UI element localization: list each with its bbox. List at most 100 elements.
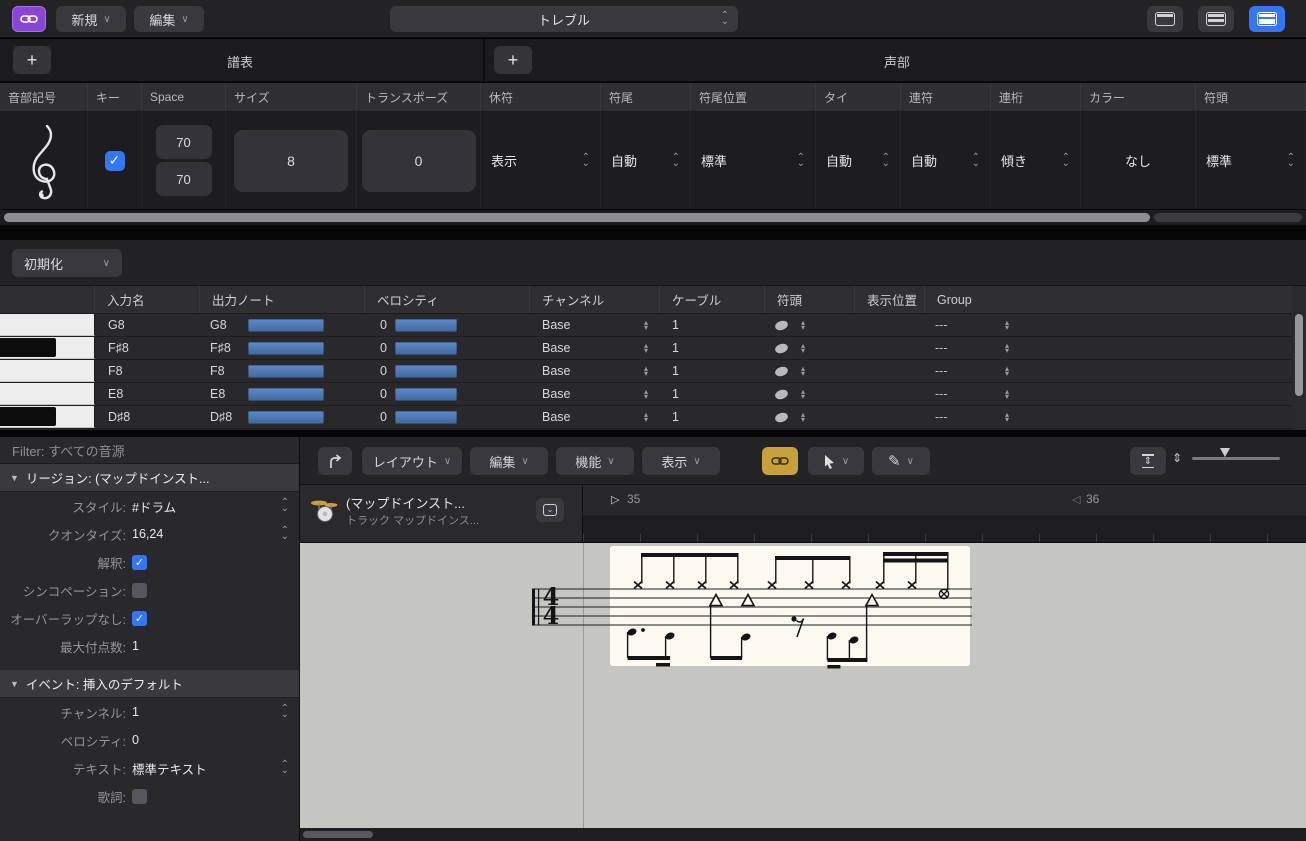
cable-value[interactable]: 1 <box>660 410 679 424</box>
stem-position-popup[interactable]: 標準 ⌃⌄ <box>691 112 816 209</box>
staff-style-popup[interactable]: トレブル ⌃⌄ <box>390 6 738 32</box>
inspector-row-velocity[interactable]: ベロシティ: 0 <box>0 726 299 754</box>
output-bar[interactable] <box>248 388 324 401</box>
inspector-row-syncopation[interactable]: シンコペーション: ✓ <box>0 576 299 604</box>
beam-popup[interactable]: 傾き ⌃⌄ <box>991 112 1081 209</box>
playhead-marker-icon[interactable]: ▷ <box>611 493 619 506</box>
event-inspector-header[interactable]: ▼ イベント: 挿入のデフォルト <box>0 670 299 698</box>
inspector-row-quantize[interactable]: クオンタイズ: 16,24 ⌃⌄ <box>0 520 299 548</box>
piano-key[interactable] <box>0 383 95 405</box>
position-cell[interactable] <box>855 383 925 405</box>
notehead-icon[interactable] <box>774 411 789 424</box>
scrollbar-track[interactable] <box>1154 213 1302 222</box>
scrollbar-thumb[interactable] <box>303 831 373 838</box>
disclosure-triangle-icon[interactable]: ▼ <box>10 473 19 483</box>
functions-menu-button[interactable]: 機能∨ <box>556 447 634 475</box>
scrollbar-thumb[interactable] <box>4 213 1150 222</box>
stepper-icon[interactable]: ▴▾ <box>801 366 805 376</box>
velocity-bar[interactable] <box>395 411 457 424</box>
table-row[interactable]: D♯8 D♯8 0 Base▴▾ 1 ▴▾ ---▴▾ <box>0 406 1306 429</box>
table-row[interactable]: G8 G8 0 Base▴▾ 1 ▴▾ ---▴▾ <box>0 314 1306 337</box>
notehead-icon[interactable] <box>774 319 789 332</box>
stepper-icon[interactable]: ▴▾ <box>1005 412 1009 422</box>
space-bottom-field[interactable]: 70 <box>156 162 212 196</box>
velocity-bar[interactable] <box>395 319 457 332</box>
new-menu-button[interactable]: 新規 ∨ <box>56 6 126 32</box>
stepper-icon[interactable]: ▴▾ <box>644 389 648 399</box>
output-bar[interactable] <box>248 411 324 424</box>
position-cell[interactable] <box>855 360 925 382</box>
view-menu-button[interactable]: 表示∨ <box>642 447 720 475</box>
inspector-row-max-dots[interactable]: 最大付点数: 1 <box>0 632 299 660</box>
window-layout-button-2[interactable] <box>1198 6 1234 32</box>
table-row[interactable]: F8 F8 0 Base▴▾ 1 ▴▾ ---▴▾ <box>0 360 1306 383</box>
no-overlap-checkbox[interactable]: ✓ <box>132 611 147 626</box>
output-bar[interactable] <box>248 365 324 378</box>
notehead-icon[interactable] <box>774 365 789 378</box>
transpose-field[interactable]: 0 <box>362 130 476 192</box>
notehead-icon[interactable] <box>774 342 789 355</box>
inspector-row-interpretation[interactable]: 解釈: ✓ <box>0 548 299 576</box>
table-row[interactable]: E8 E8 0 Base▴▾ 1 ▴▾ ---▴▾ <box>0 383 1306 406</box>
piano-key[interactable] <box>0 406 95 428</box>
piano-key[interactable] <box>0 360 95 382</box>
link-mode-button[interactable] <box>12 6 46 32</box>
stepper-icon[interactable]: ▴▾ <box>644 366 648 376</box>
velocity-bar[interactable] <box>395 365 457 378</box>
output-bar[interactable] <box>248 342 324 355</box>
zoom-control[interactable]: ⇕ <box>1172 451 1280 465</box>
inspector-row-style[interactable]: スタイル: #ドラム ⌃⌄ <box>0 492 299 520</box>
color-popup[interactable]: なし <box>1081 112 1196 209</box>
disclosure-triangle-icon[interactable]: ▼ <box>10 679 19 689</box>
channel-value[interactable]: Base <box>530 410 571 424</box>
score-bottom-scrollbar[interactable] <box>300 828 1306 841</box>
lyrics-checkbox[interactable]: ✓ <box>132 789 147 804</box>
stepper-icon[interactable]: ▴▾ <box>801 343 805 353</box>
inspector-row-text[interactable]: テキスト: 標準テキスト ⌃⌄ <box>0 754 299 782</box>
scrollbar-thumb[interactable] <box>1295 314 1303 396</box>
output-bar[interactable] <box>248 319 324 332</box>
notehead-popup[interactable]: 標準 ⌃⌄ <box>1196 112 1306 209</box>
stem-popup[interactable]: 自動 ⌃⌄ <box>601 112 691 209</box>
edit-menu-button[interactable]: 編集 ∨ <box>134 6 204 32</box>
table-row[interactable]: F♯8 F♯8 0 Base▴▾ 1 ▴▾ ---▴▾ <box>0 337 1306 360</box>
tuplet-popup[interactable]: 自動 ⌃⌄ <box>901 112 991 209</box>
stepper-icon[interactable]: ▴▾ <box>644 412 648 422</box>
inspector-row-channel[interactable]: チャンネル: 1 ⌃⌄ <box>0 698 299 726</box>
position-cell[interactable] <box>855 314 925 336</box>
stepper-icon[interactable]: ▴▾ <box>1005 343 1009 353</box>
clef-cell[interactable] <box>0 112 88 209</box>
bar-ruler[interactable]: ▷ 35 ◁ 36 <box>583 485 1306 515</box>
zoom-slider-track[interactable] <box>1192 457 1280 460</box>
channel-value[interactable]: Base <box>530 364 571 378</box>
initialize-menu-button[interactable]: 初期化 ∨ <box>12 249 122 277</box>
group-value[interactable]: --- <box>925 387 948 401</box>
space-top-field[interactable]: 70 <box>156 125 212 159</box>
region-inspector-header[interactable]: ▼ リージョン: (マップドインスト... <box>0 464 299 492</box>
track-header[interactable]: (マップドインスト... トラック マップドインス... ⌄ <box>300 485 583 543</box>
horizontal-scrollbar[interactable] <box>0 210 1306 225</box>
group-value[interactable]: --- <box>925 364 948 378</box>
stepper-icon[interactable]: ▴▾ <box>801 412 805 422</box>
syncopation-checkbox[interactable]: ✓ <box>132 583 147 598</box>
stepper-icon[interactable]: ▴▾ <box>644 320 648 330</box>
stepper-icon[interactable]: ▴▾ <box>1005 320 1009 330</box>
cable-value[interactable]: 1 <box>660 341 679 355</box>
stepper-icon[interactable]: ▴▾ <box>801 389 805 399</box>
piano-key[interactable] <box>0 337 95 359</box>
pencil-tool-button[interactable]: ✎ ∨ <box>872 447 930 475</box>
cable-value[interactable]: 1 <box>660 318 679 332</box>
stepper-icon[interactable]: ▴▾ <box>801 320 805 330</box>
cable-value[interactable]: 1 <box>660 364 679 378</box>
size-field[interactable]: 8 <box>234 130 348 192</box>
velocity-bar[interactable] <box>395 388 457 401</box>
group-value[interactable]: --- <box>925 318 948 332</box>
catch-up-button[interactable] <box>318 447 352 475</box>
window-layout-button-1[interactable] <box>1147 6 1183 32</box>
layout-menu-button[interactable]: レイアウト∨ <box>362 447 462 475</box>
interpretation-checkbox[interactable]: ✓ <box>132 555 147 570</box>
group-value[interactable]: --- <box>925 341 948 355</box>
stepper-icon[interactable]: ▴▾ <box>1005 366 1009 376</box>
window-layout-button-3-selected[interactable] <box>1249 6 1285 32</box>
position-cell[interactable] <box>855 337 925 359</box>
